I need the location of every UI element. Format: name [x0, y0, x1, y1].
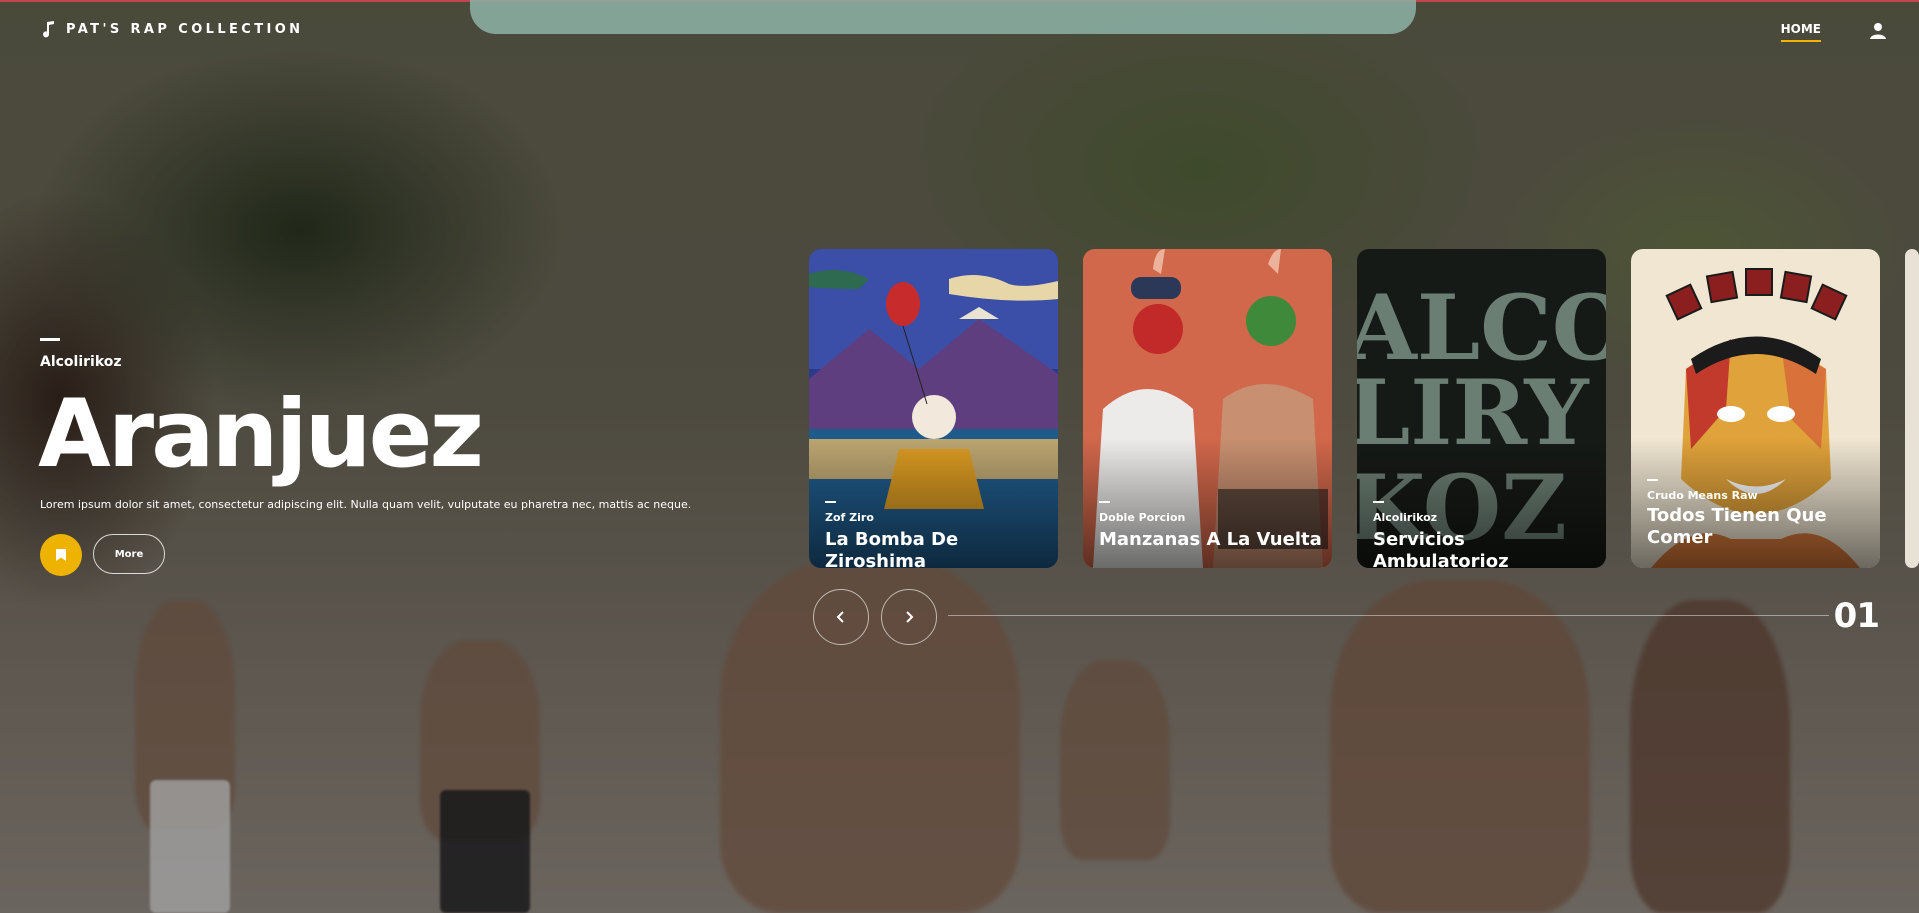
card-title: Todos Tienen Que Comer	[1647, 505, 1827, 548]
card-artist: Doble Porcion	[1099, 511, 1186, 524]
album-card[interactable]: Doble Porcion Manzanas A La Vuelta	[1083, 249, 1332, 568]
hero-description: Lorem ipsum dolor sit amet, consectetur …	[40, 498, 692, 511]
next-button[interactable]	[881, 589, 937, 645]
user-icon[interactable]	[1869, 22, 1887, 40]
hero-artist: Alcolirikoz	[40, 354, 122, 370]
bookmark-icon	[56, 549, 66, 561]
album-card[interactable]: Crudo Means Raw Todos Tienen Que Comer	[1631, 249, 1880, 568]
prev-button[interactable]	[813, 589, 869, 645]
album-card[interactable]: ALCO LIRY KOZ Alcolirikoz Servicios Ambu…	[1357, 249, 1606, 568]
top-banner-strip	[470, 0, 1416, 34]
card-dash	[1647, 479, 1658, 481]
hero-title: Aranjuez	[38, 380, 484, 489]
card-dash	[1099, 501, 1110, 503]
hero-dash	[40, 338, 60, 341]
album-card[interactable]: Zof Ziro La Bomba De Ziroshima	[809, 249, 1058, 568]
album-card-peek[interactable]	[1905, 249, 1919, 568]
chevron-left-icon	[836, 611, 844, 623]
card-dash	[1373, 501, 1384, 503]
bookmark-button[interactable]	[40, 534, 82, 576]
nav-active-underline	[1780, 40, 1821, 42]
more-button[interactable]: More	[93, 534, 165, 574]
card-title: Servicios Ambulatorioz	[1373, 529, 1509, 568]
music-note-icon	[43, 21, 54, 38]
card-title: Manzanas A La Vuelta	[1099, 529, 1322, 550]
brand-logo[interactable]: PAT'S RAP COLLECTION	[42, 20, 303, 38]
card-artist: Crudo Means Raw	[1647, 489, 1758, 502]
brand-name: PAT'S RAP COLLECTION	[66, 21, 304, 37]
card-artist: Alcolirikoz	[1373, 511, 1438, 524]
slide-counter: 01	[1833, 596, 1880, 636]
nav-home-label: HOME	[1780, 22, 1821, 36]
chevron-right-icon	[906, 611, 914, 623]
slider-progress-bar	[948, 615, 1829, 616]
card-dash	[825, 501, 836, 503]
card-artist: Zof Ziro	[825, 511, 874, 524]
card-title: La Bomba De Ziroshima	[825, 529, 959, 568]
nav-home-link[interactable]: HOME	[1780, 22, 1821, 42]
